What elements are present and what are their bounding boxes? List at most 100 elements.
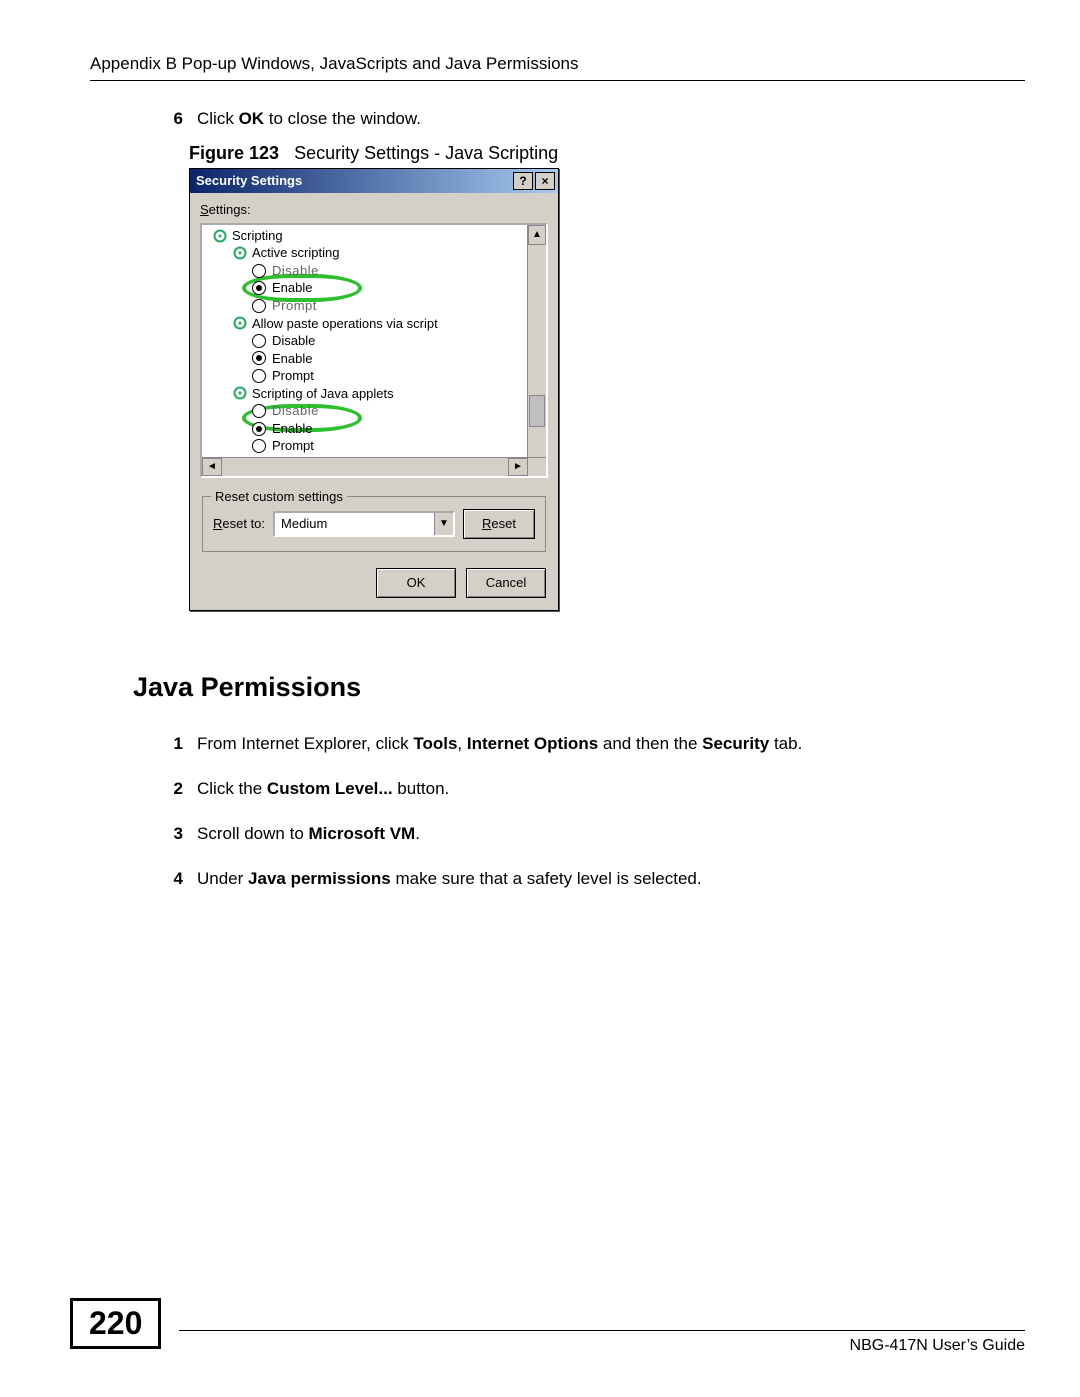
page-number: 220 (70, 1298, 161, 1349)
text: . (415, 824, 420, 843)
text: , (457, 734, 466, 753)
radio-disable[interactable]: Disable (206, 402, 528, 420)
scroll-corner (528, 458, 546, 476)
radio-enable[interactable]: Enable (206, 279, 528, 297)
text: ettings: (209, 202, 251, 217)
radio-prompt[interactable]: Prompt (206, 367, 528, 385)
radio-icon (252, 404, 266, 418)
option-label: Prompt (272, 367, 314, 385)
text: R (213, 516, 222, 531)
text: eset to: (222, 516, 265, 531)
option-label: Enable (272, 279, 312, 297)
step-4: 4 Under Java permissions make sure that … (167, 868, 990, 891)
chevron-down-icon[interactable]: ▼ (434, 513, 453, 535)
radio-icon (252, 369, 266, 383)
scroll-up-icon[interactable]: ▲ (528, 225, 546, 245)
text: R (482, 515, 491, 533)
text: to close the window. (264, 109, 421, 128)
option-label: Disable (272, 402, 319, 420)
text: S (200, 202, 209, 217)
help-button[interactable]: ? (513, 172, 533, 190)
steps-block: 1 From Internet Explorer, click Tools, I… (133, 733, 990, 891)
horizontal-scrollbar[interactable]: ◄ ► (202, 457, 546, 476)
settings-label: Settings: (200, 201, 548, 219)
cancel-button[interactable]: Cancel (466, 568, 546, 598)
bold: Security (702, 734, 769, 753)
option-label: Enable (272, 350, 312, 368)
step-number: 3 (167, 823, 183, 846)
page-header: Appendix B Pop-up Windows, JavaScripts a… (90, 54, 1025, 81)
radio-icon (252, 299, 266, 313)
reset-level-combo[interactable]: Medium ▼ (273, 511, 455, 537)
radio-icon-selected (252, 422, 266, 436)
ok-button[interactable]: OK (376, 568, 456, 598)
gear-icon (232, 385, 248, 401)
node-allow-paste: Allow paste operations via script (206, 315, 528, 333)
radio-enable[interactable]: Enable (206, 350, 528, 368)
dialog-body: Settings: Scripting (190, 193, 558, 610)
bold: Java permissions (248, 869, 391, 888)
step-text: From Internet Explorer, click Tools, Int… (197, 733, 802, 756)
gear-icon (232, 315, 248, 331)
step-number: 2 (167, 778, 183, 801)
text: Scroll down to (197, 824, 309, 843)
combo-value: Medium (275, 515, 434, 533)
radio-icon-selected (252, 281, 266, 295)
radio-disable[interactable]: Disable (206, 332, 528, 350)
radio-disable[interactable]: Disable (206, 262, 528, 280)
text: and then the (598, 734, 702, 753)
radio-icon (252, 439, 266, 453)
bold: Custom Level... (267, 779, 393, 798)
bold: Microsoft VM (309, 824, 416, 843)
close-button[interactable]: × (535, 172, 555, 190)
security-settings-dialog: Security Settings ? × Settings: (189, 168, 559, 611)
option-label: Disable (272, 332, 315, 350)
footer-guide-title: NBG-417N User’s Guide (850, 1337, 1025, 1355)
page-footer: 220 NBG-417N User’s Guide (70, 1298, 1025, 1349)
text: Click the (197, 779, 267, 798)
step-2: 2 Click the Custom Level... button. (167, 778, 990, 801)
radio-prompt[interactable]: Prompt (206, 437, 528, 455)
reset-custom-settings-group: Reset custom settings Reset to: Medium ▼… (202, 496, 546, 552)
node-label: Scripting of Java applets (252, 385, 394, 403)
tree-content: Scripting Active scripting Disable Enabl… (206, 227, 528, 473)
reset-button[interactable]: Reset (463, 509, 535, 539)
dialog-titlebar: Security Settings ? × (190, 169, 558, 193)
text: Under (197, 869, 248, 888)
step-6: 6 Click OK to close the window. (167, 108, 990, 131)
text: button. (393, 779, 450, 798)
step-number: 4 (167, 868, 183, 891)
option-label: Prompt (272, 297, 317, 315)
reset-row: Reset to: Medium ▼ Reset (213, 509, 535, 539)
scroll-thumb[interactable] (529, 395, 545, 427)
gear-icon (232, 245, 248, 261)
node-scripting-applets: Scripting of Java applets (206, 385, 528, 403)
section-heading: Java Permissions (133, 669, 990, 705)
step-3: 3 Scroll down to Microsoft VM. (167, 823, 990, 846)
radio-enable[interactable]: Enable (206, 420, 528, 438)
bold-ok: OK (239, 109, 265, 128)
figure-caption: Figure 123 Security Settings - Java Scri… (189, 141, 990, 165)
scroll-right-icon[interactable]: ► (508, 458, 528, 476)
scroll-left-icon[interactable]: ◄ (202, 458, 222, 476)
node-label: Allow paste operations via script (252, 315, 438, 333)
footer-rule: NBG-417N User’s Guide (179, 1330, 1025, 1331)
radio-icon (252, 334, 266, 348)
step-text: Click OK to close the window. (197, 108, 421, 131)
bold: Tools (413, 734, 457, 753)
node-scripting: Scripting (206, 227, 528, 245)
vertical-scrollbar[interactable]: ▲ (527, 225, 546, 458)
option-label: Enable (272, 420, 312, 438)
text: eset (491, 515, 516, 533)
step-text: Scroll down to Microsoft VM. (197, 823, 420, 846)
page-content: 6 Click OK to close the window. Figure 1… (133, 108, 990, 913)
step-number: 1 (167, 733, 183, 756)
node-label: Active scripting (252, 244, 339, 262)
radio-prompt[interactable]: Prompt (206, 297, 528, 315)
radio-icon (252, 264, 266, 278)
titlebar-buttons: ? × (513, 172, 555, 190)
reset-to-label: Reset to: (213, 515, 265, 533)
text: tab. (769, 734, 802, 753)
text: make sure that a safety level is selecte… (391, 869, 702, 888)
settings-tree[interactable]: Scripting Active scripting Disable Enabl… (200, 223, 548, 478)
